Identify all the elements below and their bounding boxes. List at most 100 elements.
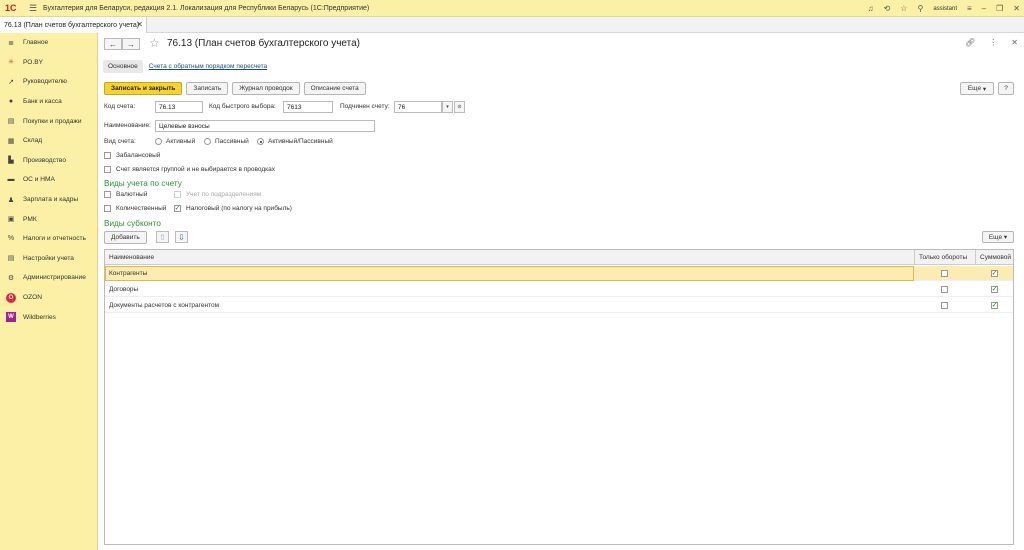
by-division-label: Учет по подразделениям [186,191,262,198]
warehouse-icon: ▦ [7,137,15,145]
open-tabs-bar: 76.13 (План счетов бухгалтерского учета)… [0,17,1024,33]
radio-active-passive[interactable] [257,138,264,145]
save-button[interactable]: Записать [186,82,229,95]
sidebar-item-6[interactable]: ▙ Производство [0,151,97,171]
add-subconto-button[interactable]: Добавить [104,231,147,244]
table-row[interactable]: Договоры ✓ [105,282,1013,297]
restore-icon[interactable]: ❐ [996,4,1003,13]
name-input[interactable]: Целевые взносы [155,120,375,132]
sidebar-item-3[interactable]: ● Банк и касса [0,92,97,112]
help-button[interactable]: ? [998,82,1014,95]
favorite-star-icon[interactable]: ☆ [149,36,160,50]
quantity-label: Количественный [116,205,167,212]
subtab-reverse-accounts-link[interactable]: Счета с обратным порядком пересчета [149,63,267,70]
minimize-icon[interactable]: – [982,4,986,13]
sidebar-item-8[interactable]: ♟ Зарплата и кадры [0,190,97,210]
quantity-checkbox[interactable] [104,205,111,212]
wildberries-icon: W [6,312,16,323]
column-header-name[interactable]: Наименование [105,250,914,265]
checkmark-icon: ✓ [174,205,181,212]
sidebar-item-4[interactable]: ▤ Покупки и продажи [0,111,97,131]
turnover-only-checkbox[interactable] [941,286,948,293]
forward-button[interactable]: → [122,38,140,50]
sidebar-item-2[interactable]: ↗ Руководителю [0,72,97,92]
sidebar-item-0[interactable]: ≣ Главное [0,33,97,53]
parent-account-label: Подчинен счету: [340,103,390,110]
sidebar-item-label: Руководителю [23,78,67,86]
parent-account-input[interactable]: 76 [394,101,442,113]
app-logo: 1С [5,3,17,13]
subconto-more-button[interactable]: Еще ▾ [982,231,1014,243]
chart-trend-icon: ↗ [8,78,14,86]
notifications-bell-icon[interactable]: ♫ [868,4,874,13]
app-title: Бухгалтерия для Беларуси, редакция 2.1. … [43,4,370,12]
quick-code-input[interactable]: 7613 [283,101,333,113]
sidebar-item-7[interactable]: ▬ ОС и НМА [0,170,97,190]
group-checkbox[interactable] [104,166,111,173]
save-and-close-button[interactable]: Записать и закрыть [104,82,183,95]
sidebar-item-label: Склад [23,137,43,145]
sidebar-item-13[interactable]: O OZON [0,288,97,308]
close-form-icon[interactable]: ✕ [1011,38,1018,47]
taxes-icon: % [7,235,15,243]
factory-icon: ▙ [8,157,14,165]
sidebar-item-5[interactable]: ▦ Склад [0,131,97,151]
history-icon[interactable]: ⟲ [884,4,891,13]
more-actions-icon[interactable]: ⋮ [989,38,997,47]
subtab-main[interactable]: Основное [103,60,143,73]
assets-icon: ▬ [7,176,15,184]
link-icon[interactable]: 🔗︎ [965,38,975,47]
currency-checkbox[interactable] [104,191,111,198]
journal-button[interactable]: Журнал проводок [232,82,300,95]
turnover-only-checkbox[interactable] [941,270,948,277]
subconto-name-cell[interactable]: Договоры [105,282,914,297]
sum-checkbox[interactable]: ✓ [991,302,998,309]
close-window-icon[interactable]: ✕ [1013,4,1020,13]
sidebar-item-9[interactable]: ▣ РМК [0,209,97,229]
open-parent-button[interactable]: ⊘ [454,101,465,113]
back-button[interactable]: ← [104,38,122,50]
form-subtabs: Основное Счета с обратным порядком перес… [103,58,267,75]
sidebar-item-label: Wildberries [23,313,56,321]
move-up-button[interactable]: ⇧ [156,231,169,243]
column-header-turnover-only[interactable]: Только обороты [915,250,975,265]
form-toolbar: Записать и закрыть Записать Журнал прово… [104,82,366,95]
column-header-sum[interactable]: Суммовой [976,250,1014,265]
table-row[interactable]: Контрагенты ✓ [105,266,1013,281]
sidebar-item-label: РМК [23,215,37,223]
sidebar-item-14[interactable]: W Wildberries [0,307,97,327]
by-division-checkbox[interactable] [174,191,181,198]
subconto-name-cell[interactable]: Контрагенты [105,266,914,281]
page-title: 76.13 (План счетов бухгалтерского учета) [167,38,361,49]
radio-passive-label: Пассивный [215,138,249,145]
account-description-button[interactable]: Описание счета [303,82,366,95]
chevron-down-icon: ▾ [1003,234,1008,241]
main-menu-icon[interactable]: ☰ [29,3,43,14]
name-label: Наименование: [104,122,151,129]
tax-checkbox[interactable]: ✓ [174,205,181,212]
close-tab-icon[interactable]: ✕ [136,20,143,29]
ozon-icon: O [6,292,16,303]
group-label: Счет является группой и не выбирается в … [116,166,275,173]
current-user[interactable]: assistant [933,6,957,12]
search-icon[interactable]: ⚲ [917,4,923,13]
sum-checkbox[interactable]: ✓ [991,286,998,293]
favorites-star-icon[interactable]: ☆ [900,4,907,13]
sidebar-item-12[interactable]: ⚙ Администрирование [0,268,97,288]
tab-account-76-13[interactable]: 76.13 (План счетов бухгалтерского учета)… [0,17,147,33]
sidebar-item-10[interactable]: % Налоги и отчетность [0,229,97,249]
subconto-name-cell[interactable]: Документы расчетов с контрагентом [105,298,914,313]
parent-dropdown-button[interactable]: ▾ [442,101,453,113]
sidebar-item-11[interactable]: ▤ Настройки учета [0,249,97,269]
table-row[interactable]: Документы расчетов с контрагентом ✓ [105,298,1013,313]
more-menu-button[interactable]: Еще ▾ [960,82,994,95]
radio-active[interactable] [155,138,162,145]
settings-menu-icon[interactable]: ≡ [967,4,972,13]
sum-checkbox[interactable]: ✓ [991,270,998,277]
move-down-button[interactable]: ⇩ [175,231,188,243]
turnover-only-checkbox[interactable] [941,302,948,309]
offbalance-checkbox[interactable] [104,152,111,159]
sidebar-item-1[interactable]: ✳ РО.BY [0,53,97,73]
radio-passive[interactable] [204,138,211,145]
code-input[interactable]: 76.13 [155,101,203,113]
